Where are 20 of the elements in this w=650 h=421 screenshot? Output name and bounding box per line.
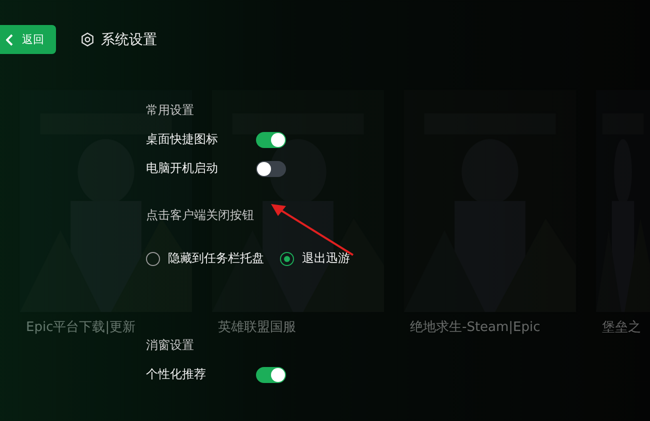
setting-label: 电脑开机启动 [146, 160, 219, 177]
game-title: 英雄联盟国服 [217, 319, 297, 336]
toggle-switch[interactable] [256, 160, 286, 176]
page-title: 系统设置 [101, 30, 157, 48]
toggle-switch[interactable] [256, 132, 286, 148]
radio-button[interactable] [146, 252, 160, 266]
chevron-left-icon [6, 34, 14, 46]
game-title: 堡垒之 [601, 319, 642, 336]
radio-option[interactable]: 隐藏到任务栏托盘 [146, 250, 264, 267]
game-title: 绝地求生-Steam|Epic [409, 319, 542, 336]
setting-label: 个性化推荐 [146, 366, 207, 383]
game-title: Epic平台下载|更新 [25, 319, 137, 336]
radio-button[interactable] [280, 252, 294, 266]
radio-option[interactable]: 退出迅游 [280, 250, 350, 267]
toggle-switch[interactable] [256, 366, 286, 382]
section-title: 点击客户端关闭按钮 [146, 207, 255, 224]
setting-label: 桌面快捷图标 [146, 131, 219, 148]
section-title: 消窗设置 [146, 337, 195, 354]
section-title: 常用设置 [146, 102, 195, 119]
settings-icon [80, 32, 95, 47]
